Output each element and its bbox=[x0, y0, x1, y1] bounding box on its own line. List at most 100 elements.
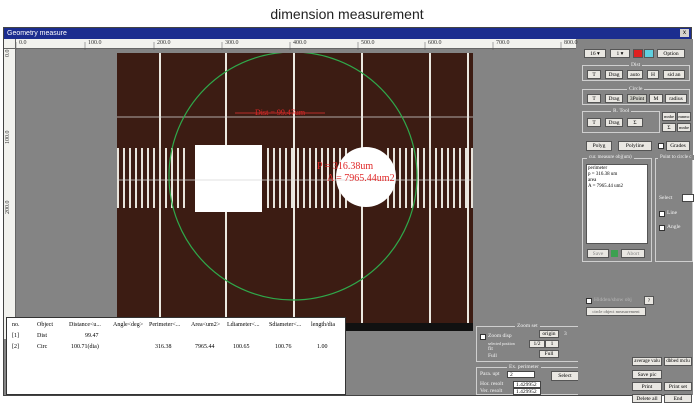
table-header: Angle<deg> bbox=[113, 322, 144, 328]
ruler-left-label: 200.0 bbox=[5, 200, 11, 215]
save-pic-button[interactable]: Save pic bbox=[632, 370, 662, 379]
ptc-select-input[interactable] bbox=[682, 194, 694, 202]
ruler-left-label: 0.0 bbox=[5, 49, 11, 58]
color-red-swatch[interactable] bbox=[633, 49, 643, 58]
circle-area-label: A = 7965.44um2 bbox=[327, 173, 395, 184]
rtool-drag-button[interactable]: Drag bbox=[605, 118, 623, 127]
line-width-value: 16 bbox=[590, 51, 596, 57]
microscope-image[interactable]: Dist = 99.47um P = 316.38um A = 7965.44u… bbox=[117, 53, 473, 331]
rtool-mnmc-button[interactable]: mnmc bbox=[677, 112, 691, 121]
zoom-origin-button[interactable]: origin bbox=[539, 330, 559, 338]
zoom-disp-checkbox[interactable] bbox=[480, 334, 486, 340]
option-button[interactable]: Option bbox=[657, 49, 685, 58]
zoom-half-button[interactable]: 1/2 bbox=[529, 340, 545, 348]
polyline-button[interactable]: Polyline bbox=[618, 141, 652, 151]
table-cell: 316.38 bbox=[155, 344, 172, 350]
rtool-mnbe-button[interactable]: mnbe bbox=[662, 112, 676, 121]
perimeter-select-button[interactable]: Select bbox=[551, 371, 579, 381]
color-cyan-swatch[interactable] bbox=[644, 49, 654, 58]
current-measure-output: perimeter p = 316.38 um area A = 7965.44… bbox=[586, 164, 648, 244]
zoom-one-button[interactable]: 1 bbox=[545, 340, 559, 348]
dist-h-button[interactable]: H bbox=[647, 70, 659, 79]
circle-radius-button[interactable]: radius bbox=[665, 94, 687, 103]
dist-auto-button[interactable]: auto bbox=[627, 70, 643, 79]
ptc-line-checkbox[interactable] bbox=[659, 211, 665, 217]
dist-group: Dist T Drag auto H sid an bbox=[582, 62, 690, 81]
circle-measurement-button[interactable]: circle object measurement bbox=[586, 307, 646, 316]
circle-group-title: Circle bbox=[627, 86, 645, 92]
dbbed-button[interactable]: dbbed mclu bbox=[664, 357, 692, 366]
dist-t-button[interactable]: T bbox=[587, 70, 601, 79]
polygon-button[interactable]: Polyg bbox=[586, 141, 612, 151]
dist-drag-button[interactable]: Drag bbox=[605, 70, 623, 79]
dist-side-button[interactable]: sid an bbox=[663, 70, 685, 79]
table-cell: 100.65 bbox=[233, 344, 250, 350]
zoom-full-label: Full bbox=[488, 353, 497, 359]
table-cell: 99.47 bbox=[85, 333, 99, 339]
line-width-select[interactable]: 16 ▾ bbox=[584, 49, 606, 58]
circle-group: Circle T Drag 3Point M radius bbox=[582, 86, 690, 105]
table-header: no. bbox=[12, 322, 20, 328]
zoom-full-button[interactable]: Full bbox=[539, 350, 559, 358]
grades-checkbox[interactable] bbox=[658, 143, 664, 149]
table-header: length/dia bbox=[311, 322, 335, 328]
hidden-show-checkbox[interactable] bbox=[586, 298, 592, 304]
figure-caption: dimension measurement bbox=[270, 6, 424, 22]
ptc-angle-checkbox[interactable] bbox=[659, 225, 665, 231]
result-save-button[interactable]: Save bbox=[587, 249, 609, 258]
table-cell: 1.00 bbox=[317, 344, 328, 350]
table-header: Object bbox=[37, 322, 53, 328]
dist-group-title: Dist bbox=[629, 62, 643, 68]
zoom-three-label: 3 bbox=[564, 331, 567, 337]
hor-resolt-input[interactable]: 1.429952 bbox=[513, 381, 541, 388]
circle-3point-button[interactable]: 3Point bbox=[627, 94, 647, 103]
ptc-angle-label: Angle bbox=[667, 224, 681, 230]
table-header: Sdiameter<... bbox=[269, 322, 302, 328]
rtool-sum2-button[interactable]: Σ bbox=[662, 123, 676, 132]
add-icon[interactable] bbox=[611, 250, 618, 257]
ruler-top-label: 300.0 bbox=[225, 40, 239, 46]
rtool-t-button[interactable]: T bbox=[587, 118, 601, 127]
table-cell: 7965.44 bbox=[195, 344, 215, 350]
control-panel: 16 ▾ 1 ▾ Option Dist T Drag auto H sid a… bbox=[578, 39, 694, 403]
end-button[interactable]: End bbox=[664, 394, 692, 403]
window-title: Geometry measure bbox=[7, 30, 67, 37]
print-set-button[interactable]: Print set bbox=[664, 382, 692, 391]
param-input[interactable]: 2 bbox=[507, 371, 535, 378]
print-button[interactable]: Print bbox=[632, 382, 662, 391]
result-line: A = 7965.44 um2 bbox=[588, 184, 624, 189]
grades-button[interactable]: Grades bbox=[666, 141, 690, 151]
ruler-top-label: 500.0 bbox=[361, 40, 375, 46]
image-canvas[interactable]: Dist = 99.47um P = 316.38um A = 7965.44u… bbox=[16, 50, 576, 339]
ruler-corner bbox=[4, 39, 16, 49]
table-header: Ldiameter<... bbox=[227, 322, 260, 328]
table-cell: [2] bbox=[12, 344, 19, 350]
hidden-show-label: Hidden/show obj bbox=[594, 297, 632, 303]
circle-m-button[interactable]: M bbox=[649, 94, 663, 103]
circle-drag-button[interactable]: Drag bbox=[605, 94, 623, 103]
close-button[interactable]: x bbox=[680, 29, 689, 37]
ver-resolt-input[interactable]: 1.429952 bbox=[513, 388, 541, 395]
point-to-circle-title: Point to circle c bbox=[658, 155, 694, 160]
result-abort-button[interactable]: Abort bbox=[621, 249, 645, 258]
rtool-mnbe2-button[interactable]: mnbe bbox=[677, 123, 691, 132]
ruler-left-label: 100.0 bbox=[5, 130, 11, 145]
circle-perimeter-label: P = 316.38um bbox=[317, 161, 374, 172]
hor-resolt-label: Hor. resolt bbox=[480, 381, 504, 387]
current-measure-title: cur. measure obj(um) bbox=[587, 155, 634, 160]
rtool-sum-button[interactable]: Σ bbox=[627, 118, 643, 127]
ruler-top-label: 400.0 bbox=[293, 40, 307, 46]
zoom-fit-label: fit bbox=[488, 346, 493, 352]
circle-t-button[interactable]: T bbox=[587, 94, 601, 103]
table-header: Area<um2> bbox=[191, 322, 221, 328]
line-style-select[interactable]: 1 ▾ bbox=[610, 49, 630, 58]
table-cell: [1] bbox=[12, 333, 19, 339]
help-button[interactable]: ? bbox=[644, 296, 654, 305]
ex-perimeter-group: Ex. perimeter Para. upt 2 Select Hor. re… bbox=[476, 364, 586, 395]
average-value-button[interactable]: average valu bbox=[632, 357, 662, 366]
ruler-top-label: 200.0 bbox=[157, 40, 171, 46]
ptc-select-label: Select bbox=[659, 195, 673, 201]
delete-all-button[interactable]: Delete all bbox=[632, 394, 662, 403]
distance-label: Dist = 99.47um bbox=[255, 108, 306, 117]
ruler-top-label: 600.0 bbox=[428, 40, 442, 46]
